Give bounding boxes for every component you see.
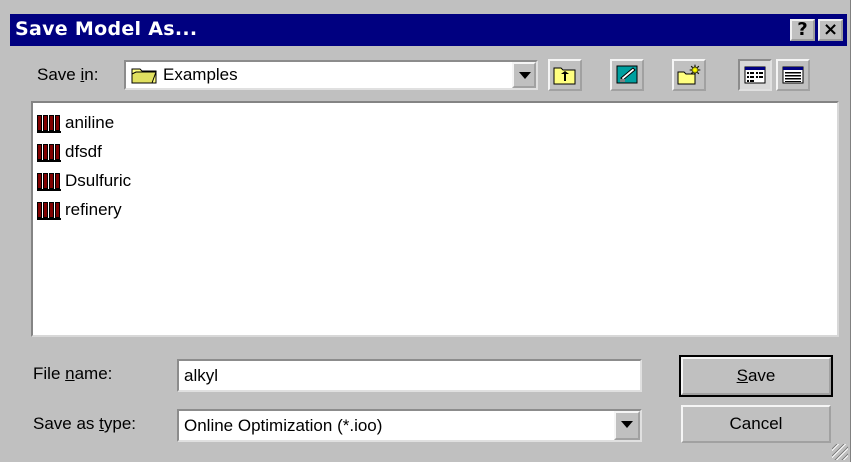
file-item-dfsdf[interactable]: dfsdf	[37, 140, 102, 164]
save-in-combo[interactable]: Examples	[124, 60, 538, 90]
folder-up-icon	[553, 64, 577, 91]
cancel-button[interactable]: Cancel	[681, 405, 831, 443]
create-new-folder-button[interactable]	[672, 59, 706, 91]
file-item-label: refinery	[65, 200, 122, 219]
up-one-level-button[interactable]	[548, 59, 582, 91]
folder-icon	[131, 66, 157, 84]
save-as-type-dropdown-button[interactable]	[614, 411, 640, 440]
file-name-field[interactable]: alkyl	[177, 359, 642, 392]
file-item-label: Dsulfuric	[65, 171, 132, 190]
save-as-type-value: Online Optimization (*.ioo)	[184, 416, 383, 435]
file-item-label: aniline	[65, 113, 115, 132]
desktop-icon	[615, 64, 639, 91]
save-in-dropdown-button[interactable]	[512, 62, 536, 88]
file-item-dsulfuric[interactable]: Dsulfuric	[37, 169, 131, 193]
list-view-icon	[744, 65, 766, 90]
help-button[interactable]: ?	[790, 19, 815, 41]
details-view-icon	[782, 65, 804, 90]
save-as-type-label: Save as type:	[33, 414, 137, 433]
model-file-icon	[37, 171, 61, 191]
model-file-icon	[37, 113, 61, 133]
file-item-label: dfsdf	[65, 142, 102, 161]
file-item-aniline[interactable]: aniline	[37, 111, 114, 135]
details-view-button[interactable]	[776, 59, 810, 91]
file-list[interactable]: aniline dfsdf Dsulfuric refinery	[31, 101, 839, 337]
close-button[interactable]: ×	[818, 19, 843, 41]
save-as-type-combo[interactable]: Online Optimization (*.ioo)	[177, 409, 642, 442]
list-view-button[interactable]	[738, 59, 772, 91]
save-in-value: Examples	[163, 65, 238, 84]
dialog-title: Save Model As...	[15, 18, 198, 40]
model-file-icon	[37, 200, 61, 220]
file-item-refinery[interactable]: refinery	[37, 198, 122, 222]
resize-grip[interactable]	[832, 444, 848, 460]
file-name-label: File name:	[33, 364, 113, 383]
title-bar[interactable]: Save Model As... ? ×	[10, 14, 847, 46]
save-in-label: Save in:	[37, 65, 99, 84]
go-to-desktop-button[interactable]	[610, 59, 644, 91]
new-folder-icon	[677, 64, 701, 91]
model-file-icon	[37, 142, 61, 162]
save-model-dialog: Save Model As... ? × Save in: Examples a…	[0, 0, 851, 462]
save-button[interactable]: Save	[679, 355, 833, 397]
